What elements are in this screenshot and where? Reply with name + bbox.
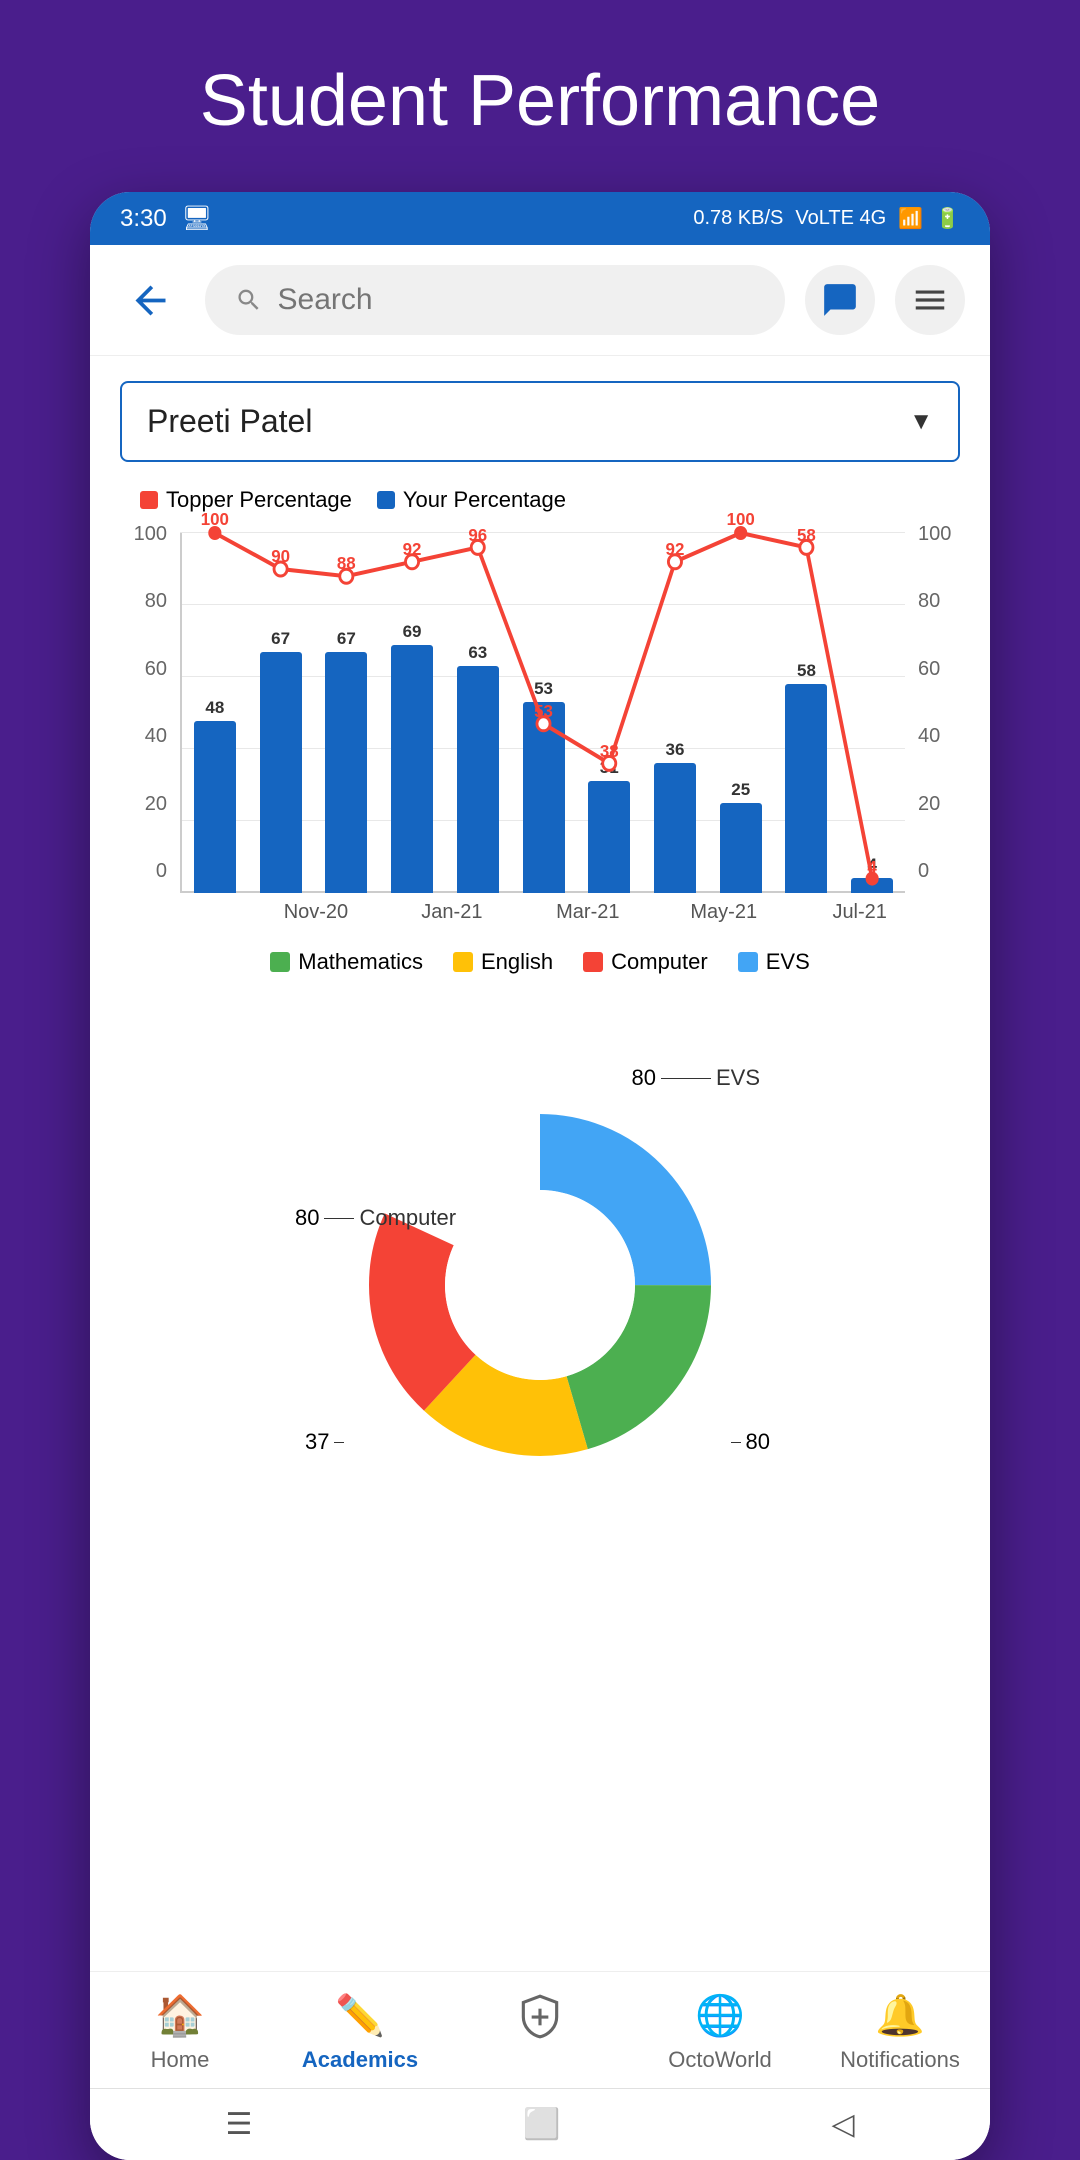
- x-label-mar: Mar-21: [543, 901, 634, 924]
- monitor-icon: 🖥: [182, 204, 212, 233]
- computer-legend: Computer: [583, 949, 708, 975]
- bottom-nav: 🏠 Home ✏️ Academics 🌐 OctoWorld 🔔 Notifi…: [90, 1971, 990, 2088]
- donut-section: 80 EVS 80 Computer 37 English: [120, 1005, 960, 1565]
- x-label-nov: Nov-20: [271, 901, 362, 924]
- x-label-jan: Jan-21: [407, 901, 498, 924]
- math-label: Mathematics: [298, 949, 423, 975]
- computer-label: Computer: [611, 949, 708, 975]
- volte-icon: VoLTE 4G: [795, 207, 886, 230]
- chat-button[interactable]: [805, 265, 875, 335]
- nav-octo[interactable]: [480, 1992, 600, 2073]
- android-back-button[interactable]: ◁: [831, 2107, 854, 2142]
- bell-icon: 🔔: [875, 1992, 925, 2039]
- computer-donut-label: 80 Computer: [295, 1205, 456, 1231]
- y-label-20: 20: [120, 793, 167, 816]
- bar-group-1: 48: [182, 533, 248, 893]
- donut-chart: [350, 1095, 730, 1475]
- bar-group-2: 67: [248, 533, 314, 893]
- english-segment-label: English: [360, 1454, 439, 1480]
- home-icon: 🏠: [155, 1992, 205, 2039]
- student-name: Preeti Patel: [147, 403, 312, 440]
- phone-frame: 3:30 🖥 0.78 KB/S VoLTE 4G 📶 🔋: [90, 192, 990, 2160]
- topper-legend-label: Topper Percentage: [166, 487, 352, 513]
- evs-label: EVS: [766, 949, 810, 975]
- globe-icon: 🌐: [695, 1992, 745, 2039]
- page-title: Student Performance: [0, 0, 1080, 192]
- menu-button[interactable]: [895, 265, 965, 335]
- signal-icon: 📶: [898, 206, 923, 231]
- nav-academics[interactable]: ✏️ Academics: [300, 1992, 420, 2073]
- yours-legend-label: Your Percentage: [403, 487, 566, 513]
- evs-donut-label: 80 EVS: [631, 1065, 760, 1091]
- bar-group-3: 67: [313, 533, 379, 893]
- bar-group-10: 58: [774, 533, 840, 893]
- academics-icon: ✏️: [335, 1992, 385, 2039]
- y-right-20: 20: [918, 793, 960, 816]
- chart-legend: Topper Percentage Your Percentage: [120, 487, 960, 513]
- english-legend: English: [453, 949, 553, 975]
- y-right-0: 0: [918, 860, 960, 883]
- battery-icon: 🔋: [935, 206, 960, 231]
- notifications-label: Notifications: [840, 2047, 960, 2073]
- octoworld-label: OctoWorld: [668, 2047, 772, 2073]
- math-segment-label: Mathematics: [597, 1454, 730, 1480]
- y-label-40: 40: [120, 725, 167, 748]
- nav-notifications[interactable]: 🔔 Notifications: [840, 1992, 960, 2073]
- evs-legend: EVS: [738, 949, 810, 975]
- back-button[interactable]: [115, 265, 185, 335]
- y-right-100: 100: [918, 523, 960, 546]
- status-bar: 3:30 🖥 0.78 KB/S VoLTE 4G 📶 🔋: [90, 192, 990, 245]
- search-input[interactable]: [278, 283, 755, 317]
- bar-group-5: 63: [445, 533, 511, 893]
- android-nav: ☰ ⬜ ◁: [90, 2088, 990, 2160]
- dropdown-arrow-icon: ▼: [909, 408, 933, 436]
- english-donut-label: 37: [305, 1429, 344, 1455]
- search-bar[interactable]: [205, 265, 785, 335]
- y-label-80: 80: [120, 590, 167, 613]
- x-label-may: May-21: [678, 901, 769, 924]
- android-menu-button[interactable]: ☰: [225, 2107, 252, 2142]
- y-label-60: 60: [120, 658, 167, 681]
- android-home-button[interactable]: ⬜: [523, 2107, 560, 2142]
- english-label: English: [481, 949, 553, 975]
- nav-home[interactable]: 🏠 Home: [120, 1992, 240, 2073]
- bar-group-8: 36: [642, 533, 708, 893]
- bar-group-11: 4: [839, 533, 905, 893]
- bar-chart-wrapper: 0 20 40 60 80 100: [120, 523, 960, 934]
- student-dropdown[interactable]: Preeti Patel ▼: [120, 381, 960, 462]
- shield-plus-icon: [515, 1992, 565, 2042]
- y-label-0: 0: [120, 860, 167, 883]
- search-icon: [235, 285, 263, 315]
- bar-group-6: 53: [511, 533, 577, 893]
- y-right-80: 80: [918, 590, 960, 613]
- bar-group-9: 25: [708, 533, 774, 893]
- bar-group-7: 31: [576, 533, 642, 893]
- status-time: 3:30: [120, 205, 167, 233]
- content-area: Preeti Patel ▼ Topper Percentage Your Pe…: [90, 356, 990, 1971]
- subject-legend: Mathematics English Computer EVS: [120, 949, 960, 975]
- network-speed: 0.78 KB/S: [693, 207, 783, 230]
- y-label-100: 100: [120, 523, 167, 546]
- home-label: Home: [151, 2047, 210, 2073]
- math-legend: Mathematics: [270, 949, 423, 975]
- y-right-40: 40: [918, 725, 960, 748]
- top-bar: [90, 245, 990, 356]
- math-donut-label: 80: [731, 1429, 770, 1455]
- x-label-jul: Jul-21: [814, 901, 905, 924]
- bar-group-4: 69: [379, 533, 445, 893]
- nav-octoworld[interactable]: 🌐 OctoWorld: [660, 1992, 780, 2073]
- y-right-60: 60: [918, 658, 960, 681]
- academics-label: Academics: [302, 2047, 418, 2073]
